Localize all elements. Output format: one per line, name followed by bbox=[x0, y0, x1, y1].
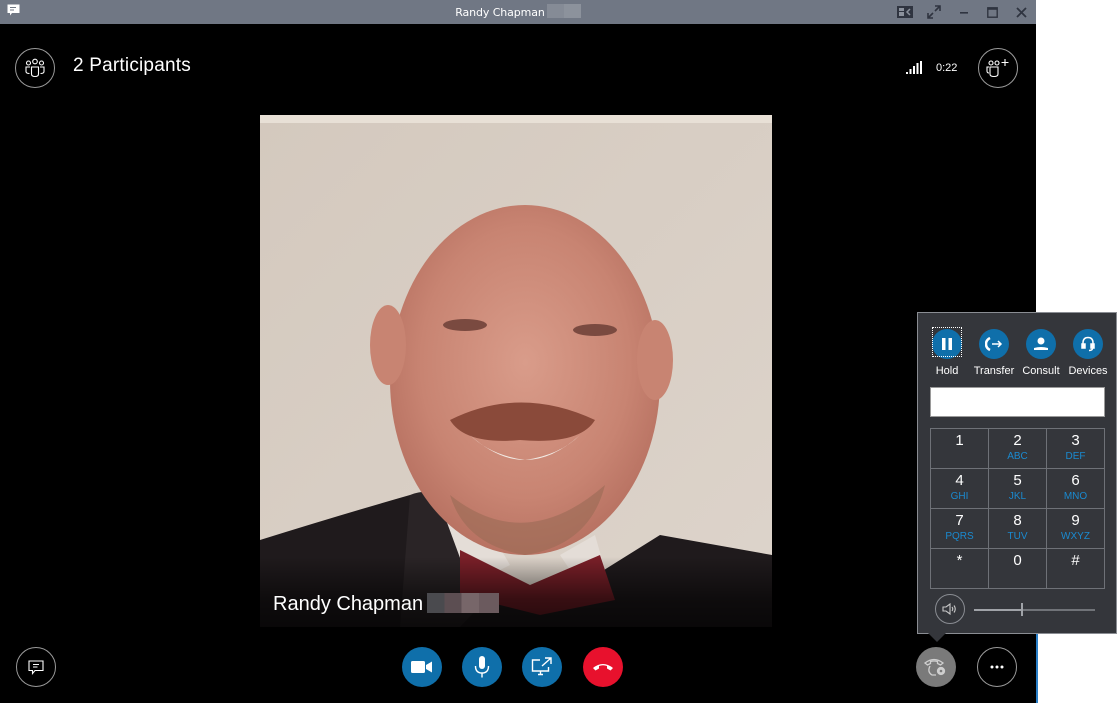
title-bar: Randy Chapman bbox=[0, 0, 1036, 24]
volume-button[interactable] bbox=[935, 594, 965, 624]
video-button[interactable] bbox=[402, 647, 442, 687]
call-controls-button[interactable] bbox=[916, 647, 956, 687]
key-8[interactable]: 8 TUV bbox=[988, 508, 1047, 549]
dialpad-keys: 1 2 ABC 3 DEF 4 GHI 5 JKL 6 MNO 7 PQRS 8 TUV 9 W… bbox=[930, 428, 1105, 589]
hold-label: Hold bbox=[935, 365, 959, 377]
key-letters: GHI bbox=[950, 491, 969, 502]
panel-pointer bbox=[928, 633, 946, 642]
key-0[interactable]: 0 bbox=[988, 548, 1047, 589]
key-9[interactable]: 9 WXYZ bbox=[1046, 508, 1105, 549]
window-title-text: Randy Chapman bbox=[455, 6, 545, 19]
hold-button[interactable]: Hold bbox=[923, 327, 971, 377]
compact-view-icon bbox=[897, 6, 913, 18]
key-6[interactable]: 6 MNO bbox=[1046, 468, 1105, 509]
devices-button[interactable]: Devices bbox=[1064, 329, 1112, 377]
key-5[interactable]: 5 JKL bbox=[988, 468, 1047, 509]
transfer-icon bbox=[985, 337, 1003, 351]
end-call-button[interactable] bbox=[583, 647, 623, 687]
devices-label: Devices bbox=[1068, 365, 1108, 377]
key-hash[interactable]: # bbox=[1046, 548, 1105, 589]
im-button[interactable] bbox=[16, 647, 56, 687]
maximize-icon bbox=[986, 6, 998, 18]
signal-strength-icon bbox=[906, 61, 922, 74]
dial-number-input[interactable] bbox=[930, 387, 1105, 417]
transfer-label: Transfer bbox=[973, 365, 1015, 377]
end-call-icon bbox=[593, 664, 613, 671]
key-1[interactable]: 1 bbox=[930, 428, 989, 469]
participant-name-text: Randy Chapman bbox=[273, 593, 424, 615]
conversation-window: Randy Chapman 2 Participants 0:22 Randy … bbox=[0, 0, 1036, 703]
volume-slider[interactable] bbox=[974, 603, 1095, 616]
key-letters: PQRS bbox=[945, 531, 974, 542]
call-controls-icon bbox=[923, 658, 946, 676]
present-screen-icon bbox=[531, 657, 552, 676]
more-options-button[interactable] bbox=[977, 647, 1017, 687]
key-digit: 0 bbox=[1013, 552, 1022, 569]
key-digit: 3 bbox=[1071, 432, 1080, 449]
key-letters: DEF bbox=[1065, 451, 1086, 462]
video-camera-icon bbox=[411, 661, 432, 673]
close-icon bbox=[1015, 6, 1027, 18]
full-screen-icon bbox=[927, 5, 941, 19]
key-digit: # bbox=[1071, 552, 1080, 569]
full-screen-button[interactable] bbox=[923, 1, 945, 23]
call-controls-panel: Hold Transfer Consult Devices 1 2 ABC 3 DE… bbox=[917, 312, 1117, 642]
participant-video: Randy Chapman bbox=[260, 115, 772, 627]
key-digit: 5 bbox=[1013, 472, 1022, 489]
redacted-text bbox=[546, 4, 581, 18]
key-digit: 6 bbox=[1071, 472, 1080, 489]
key-letters: ABC bbox=[1007, 451, 1028, 462]
participant-photo bbox=[260, 115, 772, 627]
participants-button[interactable] bbox=[15, 48, 55, 88]
consult-label: Consult bbox=[1022, 365, 1060, 377]
key-7[interactable]: 7 PQRS bbox=[930, 508, 989, 549]
speaker-icon bbox=[942, 603, 956, 615]
key-digit: 7 bbox=[955, 512, 964, 529]
close-button[interactable] bbox=[1010, 1, 1032, 23]
key-letters: MNO bbox=[1063, 491, 1088, 502]
call-duration: 0:22 bbox=[936, 62, 958, 74]
key-digit: 8 bbox=[1013, 512, 1022, 529]
present-button[interactable] bbox=[522, 647, 562, 687]
key-letters: TUV bbox=[1007, 531, 1028, 542]
more-options-icon bbox=[990, 665, 1004, 669]
person-icon bbox=[1034, 337, 1048, 350]
volume-slider-thumb[interactable] bbox=[1021, 603, 1024, 616]
volume-slider-fill bbox=[974, 609, 1023, 611]
devices-circle bbox=[1073, 329, 1103, 359]
key-star[interactable]: * bbox=[930, 548, 989, 589]
key-2[interactable]: 2 ABC bbox=[988, 428, 1047, 469]
key-letters: WXYZ bbox=[1061, 531, 1090, 542]
microphone-icon bbox=[474, 656, 490, 678]
consult-button[interactable]: Consult bbox=[1017, 329, 1065, 377]
transfer-button[interactable]: Transfer bbox=[970, 329, 1018, 377]
name-overlay-gradient bbox=[260, 557, 772, 627]
key-digit: * bbox=[956, 552, 963, 569]
key-digit: 1 bbox=[955, 432, 964, 449]
transfer-circle bbox=[979, 329, 1009, 359]
consult-circle bbox=[1026, 329, 1056, 359]
participant-name: Randy Chapman bbox=[273, 593, 500, 616]
key-digit: 9 bbox=[1071, 512, 1080, 529]
window-edge-accent bbox=[1036, 634, 1038, 703]
chat-icon bbox=[28, 659, 44, 675]
key-3[interactable]: 3 DEF bbox=[1046, 428, 1105, 469]
participants-icon bbox=[25, 58, 45, 78]
minimize-icon bbox=[960, 12, 968, 14]
window-title: Randy Chapman bbox=[0, 4, 1036, 19]
add-people-icon bbox=[986, 59, 1009, 78]
redacted-text bbox=[427, 593, 500, 613]
key-letters: JKL bbox=[1008, 491, 1027, 502]
microphone-button[interactable] bbox=[462, 647, 502, 687]
key-digit: 4 bbox=[955, 472, 964, 489]
minimize-button[interactable] bbox=[953, 1, 975, 23]
maximize-button[interactable] bbox=[981, 1, 1003, 23]
participants-count[interactable]: 2 Participants bbox=[73, 55, 191, 77]
key-4[interactable]: 4 GHI bbox=[930, 468, 989, 509]
compact-view-button[interactable] bbox=[894, 1, 916, 23]
key-digit: 2 bbox=[1013, 432, 1022, 449]
headset-icon bbox=[1081, 336, 1095, 352]
focus-ring bbox=[932, 327, 962, 357]
add-people-button[interactable] bbox=[978, 48, 1018, 88]
